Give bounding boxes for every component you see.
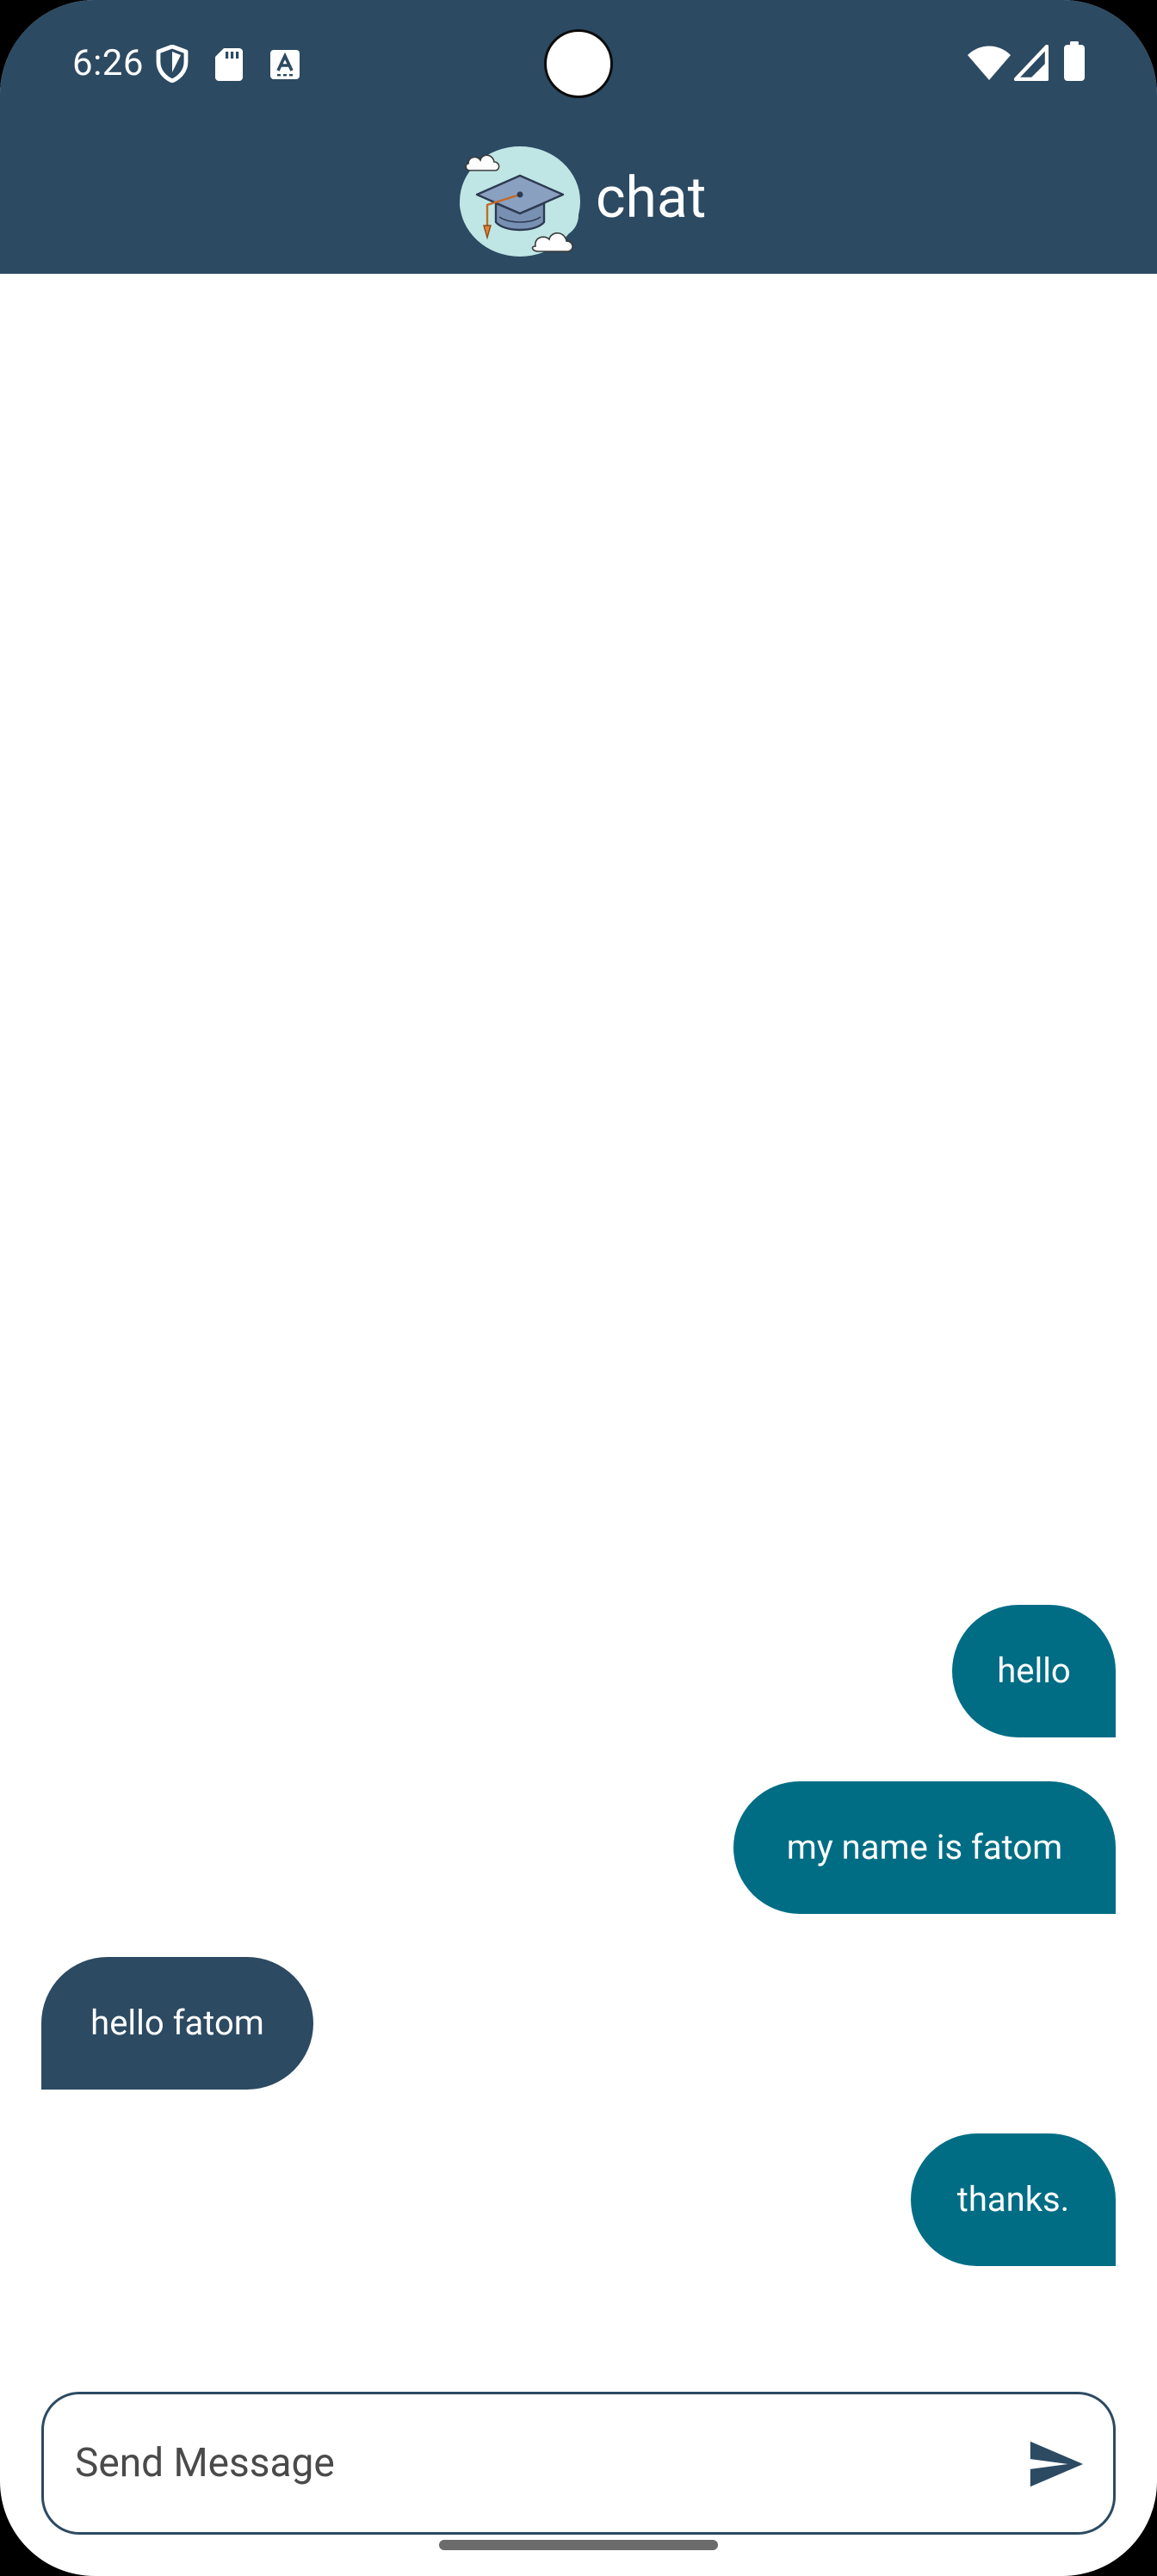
keyboard-a-icon	[270, 50, 300, 79]
app-title: chat	[596, 165, 707, 232]
message-composer	[41, 2392, 1116, 2535]
sd-card-icon	[215, 48, 243, 81]
signal-icon	[1014, 45, 1049, 81]
chat-bubble-sent[interactable]: thanks.	[911, 2133, 1116, 2266]
wifi-icon	[968, 46, 1011, 80]
shield-icon	[156, 45, 189, 83]
graduation-cap-logo	[460, 146, 580, 257]
chat-bubble-received[interactable]: hello fatom	[41, 1957, 313, 2090]
front-camera	[544, 29, 613, 98]
top-bar: 6:26 chat	[0, 0, 1157, 274]
battery-icon	[1064, 41, 1085, 81]
message-input[interactable]	[75, 2394, 1005, 2532]
chat-bubble-sent[interactable]: hello	[952, 1605, 1116, 1737]
phone-screen: 6:26 chat hello my name is fatom hello f…	[0, 0, 1157, 2576]
send-icon[interactable]	[1025, 2434, 1086, 2494]
status-bar: 6:26	[0, 0, 1157, 129]
status-time: 6:26	[72, 42, 144, 84]
chat-bubble-sent[interactable]: my name is fatom	[733, 1781, 1116, 1914]
home-indicator[interactable]	[439, 2540, 718, 2550]
app-bar: chat	[0, 129, 1157, 274]
